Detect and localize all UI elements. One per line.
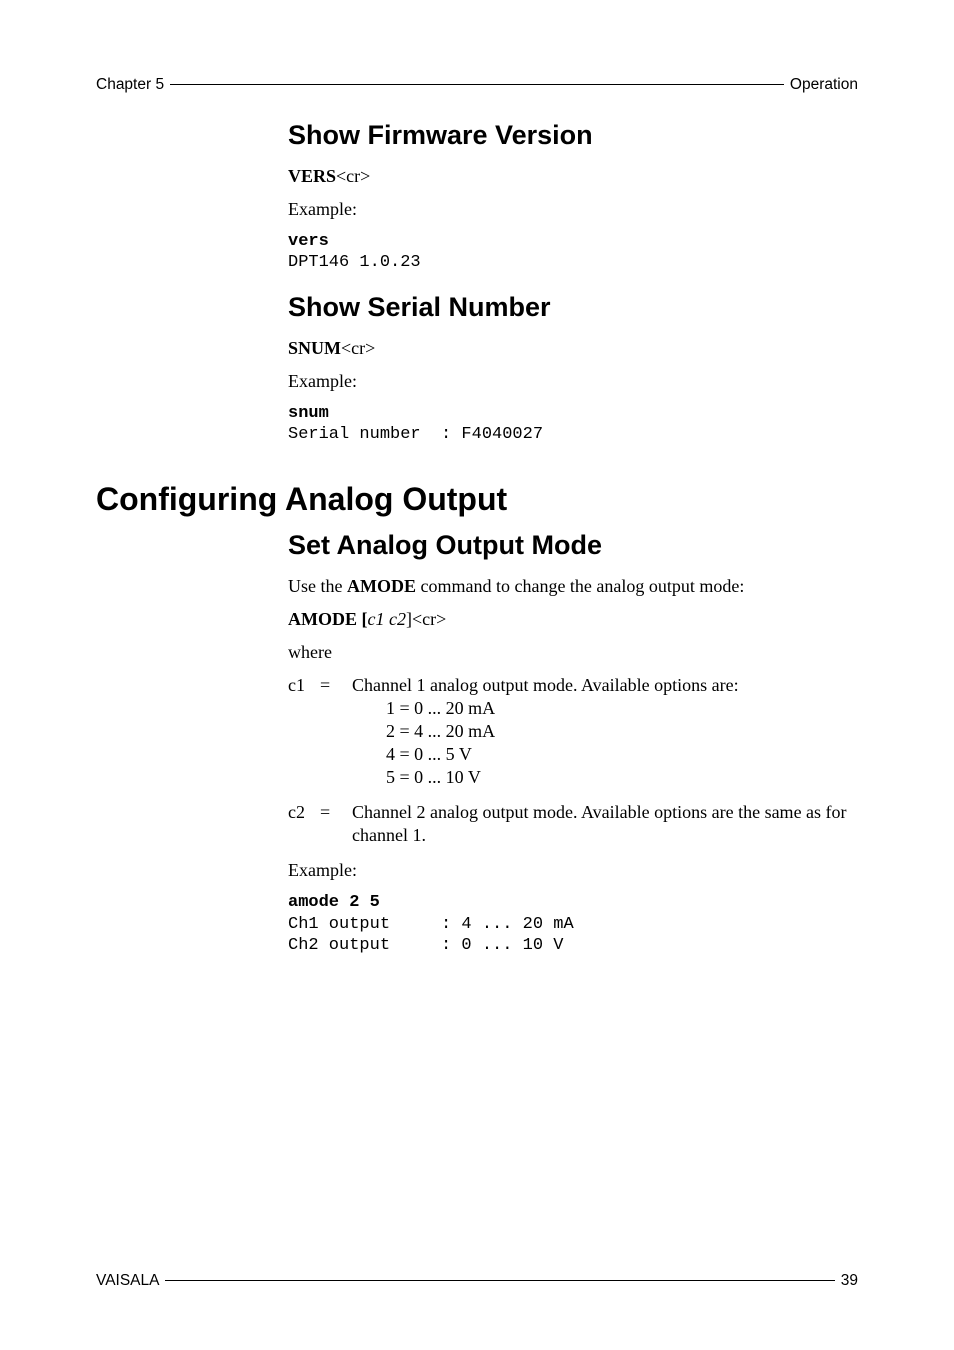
code-snum: snum Serial number : F4040027 bbox=[288, 403, 858, 446]
section-set-amode: Set Analog Output Mode Use the AMODE com… bbox=[288, 530, 858, 956]
where-label: where bbox=[288, 641, 858, 664]
code-amode-rest: Ch1 output : 4 ... 20 mA Ch2 output : 0 … bbox=[288, 915, 574, 955]
page-header: Chapter 5 Operation bbox=[96, 76, 858, 94]
param-c2: c2 = Channel 2 analog output mode. Avail… bbox=[288, 801, 858, 847]
cmd-amode-bold: AMODE [ bbox=[288, 609, 368, 629]
header-left: Chapter 5 bbox=[96, 76, 164, 94]
param-c1: c1 = Channel 1 analog output mode. Avail… bbox=[288, 674, 858, 789]
code-vers: vers DPT146 1.0.23 bbox=[288, 231, 858, 274]
heading-config-analog: Configuring Analog Output bbox=[96, 481, 858, 518]
param-c2-desc: Channel 2 analog output mode. Available … bbox=[352, 801, 858, 847]
cmd-amode-tail: ]<cr> bbox=[406, 609, 446, 629]
intro-bold: AMODE bbox=[347, 576, 416, 596]
cmd-vers-bold: VERS bbox=[288, 166, 336, 186]
cmd-vers: VERS<cr> bbox=[288, 165, 858, 188]
cmd-snum: SNUM<cr> bbox=[288, 337, 858, 360]
param-c1-opt-2: 4 = 0 ... 5 V bbox=[386, 743, 858, 766]
section-show-firmware: Show Firmware Version VERS<cr> Example: … bbox=[288, 120, 858, 274]
param-c1-opt-1: 2 = 4 ... 20 mA bbox=[386, 720, 858, 743]
content-block: Show Firmware Version VERS<cr> Example: … bbox=[96, 120, 858, 956]
param-c1-desc: Channel 1 analog output mode. Available … bbox=[352, 675, 739, 695]
page: Chapter 5 Operation Show Firmware Versio… bbox=[0, 0, 954, 1350]
footer-rule bbox=[165, 1280, 834, 1281]
cmd-snum-tail: <cr> bbox=[341, 338, 375, 358]
param-c2-key: c2 bbox=[288, 801, 320, 847]
code-snum-bold: snum bbox=[288, 404, 329, 423]
footer-right: 39 bbox=[841, 1272, 858, 1290]
param-c1-opts: 1 = 0 ... 20 mA 2 = 4 ... 20 mA 4 = 0 ..… bbox=[386, 697, 858, 789]
intro-post: command to change the analog output mode… bbox=[416, 576, 744, 596]
param-c1-key: c1 bbox=[288, 674, 320, 789]
param-c2-eq: = bbox=[320, 801, 352, 847]
param-c1-val: Channel 1 analog output mode. Available … bbox=[352, 674, 858, 789]
param-c1-opt-3: 5 = 0 ... 10 V bbox=[386, 766, 858, 789]
code-vers-rest: DPT146 1.0.23 bbox=[288, 253, 421, 272]
heading-show-firmware: Show Firmware Version bbox=[288, 120, 858, 151]
example-label-1: Example: bbox=[288, 198, 858, 221]
code-amode-bold: amode 2 5 bbox=[288, 893, 380, 912]
cmd-snum-bold: SNUM bbox=[288, 338, 341, 358]
heading-set-amode: Set Analog Output Mode bbox=[288, 530, 858, 561]
param-c1-opt-0: 1 = 0 ... 20 mA bbox=[386, 697, 858, 720]
cmd-amode-italic: c1 c2 bbox=[368, 609, 406, 629]
footer-left: VAISALA bbox=[96, 1272, 159, 1290]
param-list: c1 = Channel 1 analog output mode. Avail… bbox=[288, 674, 858, 847]
header-right: Operation bbox=[790, 76, 858, 94]
cmd-amode: AMODE [c1 c2]<cr> bbox=[288, 608, 858, 631]
header-rule bbox=[170, 84, 784, 85]
page-footer: VAISALA 39 bbox=[96, 1272, 858, 1290]
example-label-2: Example: bbox=[288, 370, 858, 393]
param-c1-eq: = bbox=[320, 674, 352, 789]
section-show-serial: Show Serial Number SNUM<cr> Example: snu… bbox=[288, 292, 858, 446]
code-snum-rest: Serial number : F4040027 bbox=[288, 425, 543, 444]
code-vers-bold: vers bbox=[288, 232, 329, 251]
code-amode: amode 2 5 Ch1 output : 4 ... 20 mA Ch2 o… bbox=[288, 892, 858, 956]
example-label-3: Example: bbox=[288, 859, 858, 882]
heading-show-serial: Show Serial Number bbox=[288, 292, 858, 323]
cmd-vers-tail: <cr> bbox=[336, 166, 370, 186]
intro-pre: Use the bbox=[288, 576, 347, 596]
intro-amode: Use the AMODE command to change the anal… bbox=[288, 575, 858, 598]
